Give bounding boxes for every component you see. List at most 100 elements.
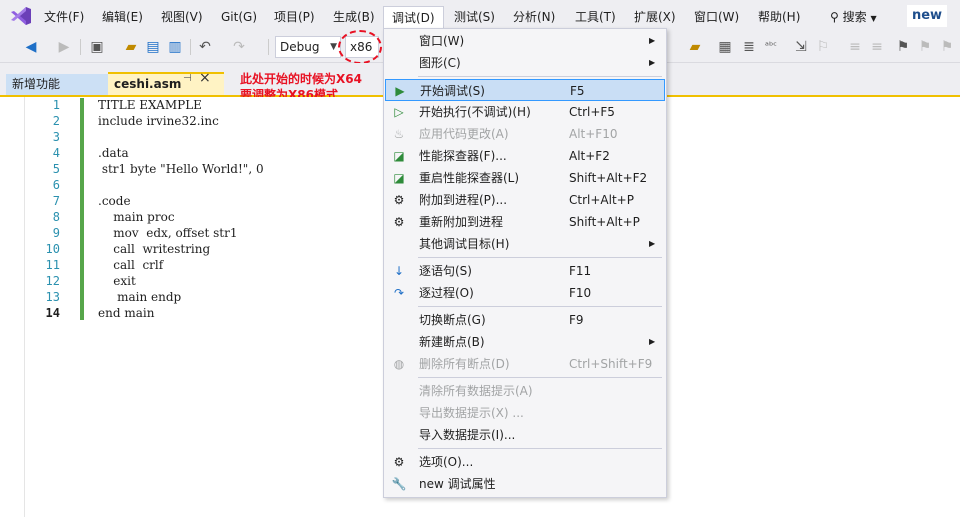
line-number: 8 bbox=[52, 210, 60, 224]
menu-help[interactable]: 帮助(H) bbox=[758, 8, 800, 26]
menu-item-label: 导入数据提示(I)... bbox=[419, 428, 516, 442]
menu-separator bbox=[418, 306, 662, 307]
menu-item-label: 图形(C) bbox=[419, 56, 461, 70]
menu-item-delete-all-breakpoints[interactable]: ◍ 删除所有断点(D) Ctrl+Shift+F9 bbox=[385, 353, 665, 375]
menu-item-label: 新建断点(B) bbox=[419, 335, 485, 349]
code-line[interactable]: call writestring bbox=[98, 241, 264, 257]
play-icon: ▶ bbox=[395, 84, 405, 98]
menu-item-label: 应用代码更改(A) bbox=[419, 127, 509, 141]
pin-icon[interactable]: ⊣ bbox=[183, 73, 192, 84]
line-number-current: 14 bbox=[45, 306, 60, 320]
menu-separator bbox=[418, 377, 662, 378]
menu-debug[interactable]: 调试(D) bbox=[383, 6, 444, 29]
code-line[interactable]: mov edx, offset str1 bbox=[98, 225, 264, 241]
menu-item-toggle-breakpoint[interactable]: 切换断点(G) F9 bbox=[385, 309, 665, 331]
menu-item-step-into[interactable]: ↓ 逐语句(S) F11 bbox=[385, 260, 665, 282]
menu-item-attach-to-process[interactable]: ⚙ 附加到进程(P)... Ctrl+Alt+P bbox=[385, 189, 665, 211]
menu-item-label: 窗口(W) bbox=[419, 34, 465, 48]
code-line[interactable]: .data bbox=[98, 145, 264, 161]
bookmark-icon[interactable]: ⚑ bbox=[894, 38, 912, 56]
menu-project[interactable]: 项目(P) bbox=[274, 8, 315, 26]
menu-item-debug-properties[interactable]: 🔧 new 调试属性 bbox=[385, 473, 665, 495]
code-line[interactable]: include irvine32.inc bbox=[98, 113, 264, 129]
menu-build[interactable]: 生成(B) bbox=[333, 8, 375, 26]
menu-tools[interactable]: 工具(T) bbox=[575, 8, 616, 26]
menu-item-shortcut: Alt+F10 bbox=[569, 127, 618, 141]
undo-icon[interactable]: ↶ bbox=[196, 38, 214, 56]
menu-item-import-datatips[interactable]: 导入数据提示(I)... bbox=[385, 424, 665, 446]
change-tracking-bar bbox=[80, 98, 84, 320]
save-icon[interactable]: ▤ bbox=[144, 38, 162, 56]
save-all-icon[interactable]: ▥ bbox=[166, 38, 184, 56]
menu-file[interactable]: 文件(F) bbox=[44, 8, 84, 26]
indent-icon[interactable]: ≡ bbox=[846, 38, 864, 56]
menu-view[interactable]: 视图(V) bbox=[161, 8, 203, 26]
cursor-icon[interactable]: ⇲ bbox=[792, 38, 810, 56]
gear-icon: ⚙ bbox=[393, 455, 405, 469]
code-line[interactable] bbox=[98, 177, 264, 193]
close-icon[interactable]: × bbox=[199, 70, 211, 86]
configuration-select[interactable]: Debug ▼ bbox=[275, 36, 341, 58]
forward-icon[interactable]: ▶ bbox=[55, 38, 73, 56]
menu-item-shortcut: Ctrl+F5 bbox=[569, 105, 615, 119]
menu-git[interactable]: Git(G) bbox=[221, 8, 257, 26]
menu-item-export-datatips[interactable]: 导出数据提示(X) ... bbox=[385, 402, 665, 424]
visual-studio-logo-icon[interactable] bbox=[10, 6, 32, 26]
play-outline-icon: ▷ bbox=[394, 105, 404, 119]
line-number: 12 bbox=[45, 274, 60, 288]
menu-item-graphics[interactable]: 图形(C) ▶ bbox=[385, 52, 665, 74]
tab-label: ceshi.asm bbox=[114, 77, 182, 91]
code-line[interactable]: end main bbox=[98, 305, 264, 321]
code-line[interactable]: main proc bbox=[98, 209, 264, 225]
code-line[interactable] bbox=[98, 129, 264, 145]
line-number: 3 bbox=[52, 130, 60, 144]
menu-test[interactable]: 测试(S) bbox=[454, 8, 495, 26]
next-bookmark-icon[interactable]: ⚑ bbox=[938, 38, 956, 56]
solution-name-button[interactable]: new bbox=[907, 5, 947, 27]
outdent-icon[interactable]: ≡ bbox=[868, 38, 886, 56]
menu-item-shortcut: Shift+Alt+F2 bbox=[569, 171, 648, 185]
menu-item-apply-code-changes[interactable]: ♨ 应用代码更改(A) Alt+F10 bbox=[385, 123, 665, 145]
menu-item-shortcut: Ctrl+Shift+F9 bbox=[569, 357, 653, 371]
code-line[interactable]: TITLE EXAMPLE bbox=[98, 97, 264, 113]
toolbar-separator bbox=[80, 39, 81, 55]
new-project-icon[interactable]: ▣ bbox=[88, 38, 106, 56]
code-line[interactable]: main endp bbox=[98, 289, 264, 305]
search-box[interactable]: ⚲ 搜索 ▼ bbox=[830, 8, 877, 26]
menu-analyze[interactable]: 分析(N) bbox=[513, 8, 555, 26]
layout-icon[interactable]: ▦ bbox=[716, 38, 734, 56]
line-number: 9 bbox=[52, 226, 60, 240]
code-line[interactable]: str1 byte "Hello World!", 0 bbox=[98, 161, 264, 177]
debug-menu-dropdown: 窗口(W) ▶ 图形(C) ▶ ▶ 开始调试(S) F5 ▷ 开始执行(不调试)… bbox=[383, 28, 667, 498]
tab-whats-new[interactable]: 新增功能 bbox=[6, 74, 112, 95]
menu-item-new-breakpoint[interactable]: 新建断点(B) ▶ bbox=[385, 331, 665, 353]
menu-item-label: 导出数据提示(X) ... bbox=[419, 406, 524, 420]
menu-item-other-debug-targets[interactable]: 其他调试目标(H) ▶ bbox=[385, 233, 665, 255]
comment-icon[interactable]: ⚐ bbox=[814, 38, 832, 56]
menu-extensions[interactable]: 扩展(X) bbox=[634, 8, 676, 26]
line-number: 4 bbox=[52, 146, 60, 160]
menu-item-step-over[interactable]: ↷ 逐过程(O) F10 bbox=[385, 282, 665, 304]
menu-window[interactable]: 窗口(W) bbox=[694, 8, 739, 26]
back-icon[interactable]: ◀ bbox=[22, 38, 40, 56]
menu-item-shortcut: F9 bbox=[569, 313, 584, 327]
folder-icon[interactable]: ▰ bbox=[686, 38, 704, 56]
code-line[interactable]: exit bbox=[98, 273, 264, 289]
menu-item-window[interactable]: 窗口(W) ▶ bbox=[385, 30, 665, 52]
format-icon[interactable]: ≣ bbox=[740, 38, 758, 56]
menu-item-start-debugging[interactable]: ▶ 开始调试(S) F5 bbox=[385, 79, 665, 101]
redo-icon[interactable]: ↷ bbox=[230, 38, 248, 56]
menu-item-performance-profiler[interactable]: ◪ 性能探查器(F)... Alt+F2 bbox=[385, 145, 665, 167]
menu-item-clear-datatips[interactable]: 清除所有数据提示(A) bbox=[385, 380, 665, 402]
prev-bookmark-icon[interactable]: ⚑ bbox=[916, 38, 934, 56]
menu-item-reattach-to-process[interactable]: ⚙ 重新附加到进程 Shift+Alt+P bbox=[385, 211, 665, 233]
spellcheck-icon[interactable]: ᵃᵇᶜ bbox=[762, 38, 780, 56]
code-line[interactable]: call crlf bbox=[98, 257, 264, 273]
open-folder-icon[interactable]: ▰ bbox=[122, 38, 140, 56]
code-lines[interactable]: TITLE EXAMPLE include irvine32.inc .data… bbox=[98, 97, 264, 321]
menu-item-relaunch-profiler[interactable]: ◪ 重启性能探查器(L) Shift+Alt+F2 bbox=[385, 167, 665, 189]
menu-item-start-without-debugging[interactable]: ▷ 开始执行(不调试)(H) Ctrl+F5 bbox=[385, 101, 665, 123]
menu-item-options[interactable]: ⚙ 选项(O)... bbox=[385, 451, 665, 473]
menu-edit[interactable]: 编辑(E) bbox=[102, 8, 143, 26]
code-line[interactable]: .code bbox=[98, 193, 264, 209]
